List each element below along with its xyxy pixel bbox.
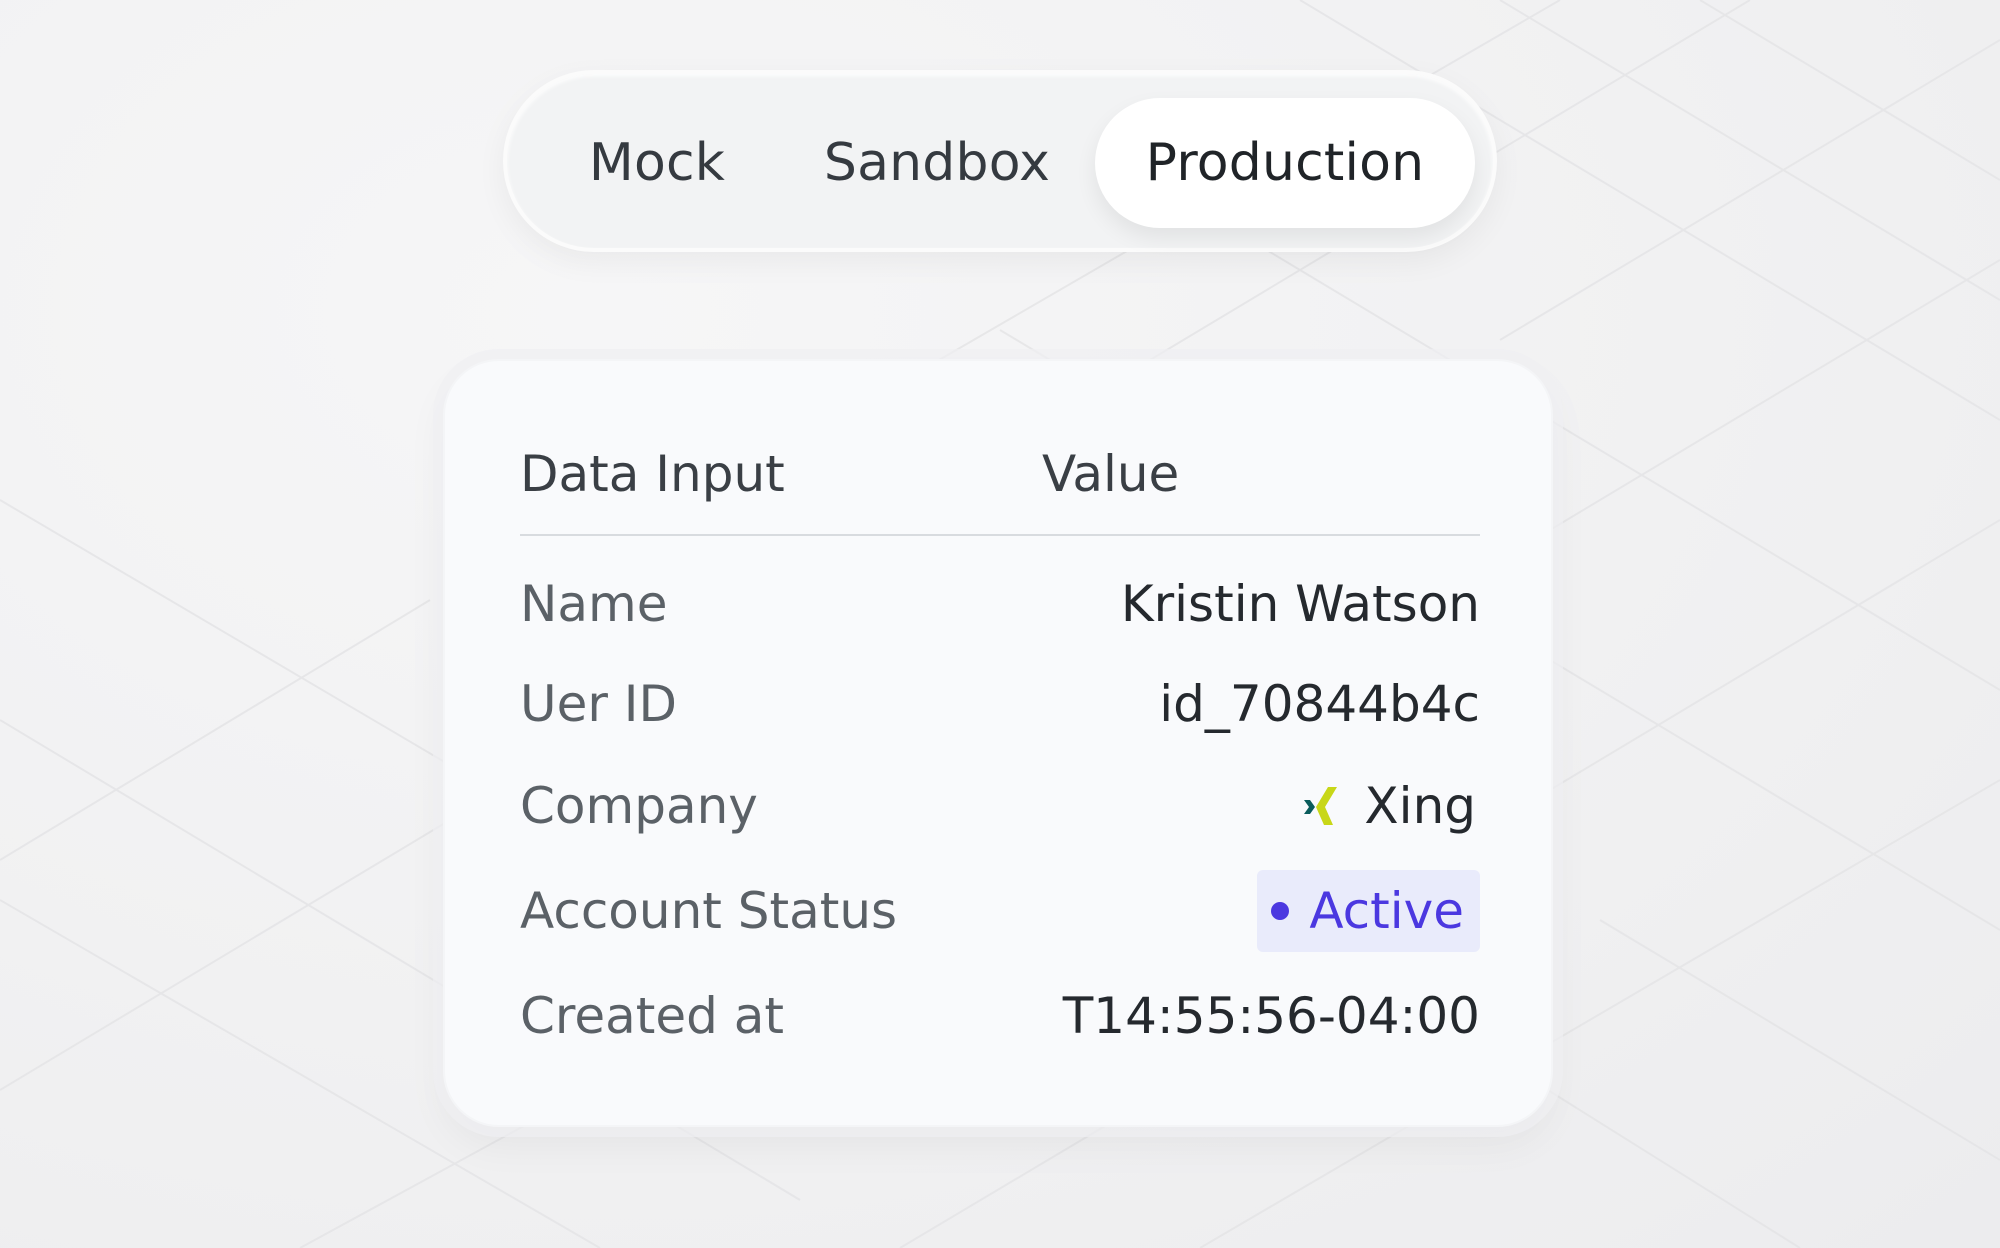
company-name: Xing (1364, 777, 1476, 835)
status-badge: Active (1257, 870, 1480, 952)
table-row-created-at: Created at T14:55:56-04:00 (520, 976, 1480, 1056)
tab-sandbox[interactable]: Sandbox (797, 98, 1077, 228)
table-row-user-id: Uer ID id_70844b4c (520, 664, 1480, 744)
row-label: Created at (520, 987, 785, 1045)
table-row-account-status: Account Status Active (520, 870, 1480, 952)
row-label: Account Status (520, 882, 898, 940)
status-text: Active (1309, 882, 1464, 940)
company-value: Xing (1302, 777, 1476, 835)
row-label: Name (520, 575, 668, 633)
status-dot-icon (1271, 902, 1290, 920)
environment-switcher: Mock Sandbox Production (503, 70, 1497, 252)
row-value: Kristin Watson (1120, 575, 1480, 633)
row-label: Company (520, 777, 758, 835)
row-value: T14:55:56-04:00 (1062, 987, 1480, 1045)
table-row-name: Name Kristin Watson (520, 564, 1480, 644)
table-row-company: Company Xing (520, 766, 1480, 846)
column-header-data-input: Data Input (520, 445, 785, 503)
user-data-card: Data Input Value Name Kristin Watson Uer… (443, 359, 1553, 1127)
header-divider (520, 534, 1480, 536)
row-value: id_70844b4c (1159, 675, 1480, 733)
column-header-value: Value (1042, 445, 1180, 503)
row-label: Uer ID (520, 675, 678, 733)
tab-mock[interactable]: Mock (557, 98, 757, 228)
tab-production[interactable]: Production (1095, 98, 1475, 228)
xing-logo-icon (1304, 787, 1338, 825)
